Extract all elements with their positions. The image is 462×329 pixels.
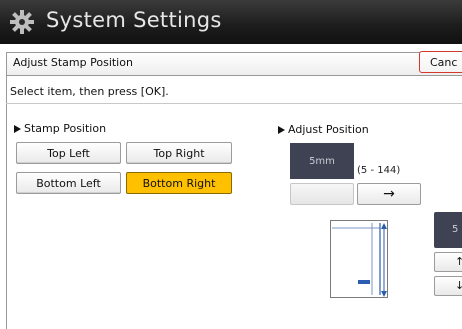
left-arrow-button[interactable] xyxy=(290,183,354,205)
stamp-position-diagram xyxy=(330,220,388,298)
top-left-button[interactable]: Top Left xyxy=(16,142,121,164)
dialog-title: Adjust Stamp Position xyxy=(13,56,133,69)
stamp-position-label-text: Stamp Position xyxy=(24,122,107,135)
down-arrow-button[interactable]: ↓ xyxy=(434,276,462,296)
page-outline xyxy=(330,220,388,298)
adjust-position-label: Adjust Position xyxy=(278,123,369,136)
bottom-right-button[interactable]: Bottom Right xyxy=(126,172,232,194)
system-settings-screen: System Settings Adjust Stamp Position Ca… xyxy=(0,0,462,329)
value-range: (5 - 144) xyxy=(357,165,401,176)
triangle-right-icon xyxy=(14,124,21,133)
stamp-marker xyxy=(358,280,370,284)
instruction-text: Select item, then press [OK]. xyxy=(10,85,169,98)
up-arrow-button[interactable]: ↑ xyxy=(434,252,462,272)
stamp-position-label: Stamp Position xyxy=(14,122,106,135)
title-bar: System Settings xyxy=(0,0,462,44)
right-value-display[interactable]: 5 xyxy=(434,212,462,248)
right-arrow-button[interactable]: → xyxy=(357,183,421,205)
adjust-position-label-text: Adjust Position xyxy=(288,123,369,136)
position-value-display[interactable]: 5mm xyxy=(290,143,354,179)
triangle-right-icon xyxy=(278,125,285,134)
window-title: System Settings xyxy=(46,8,222,32)
dialog-header: Adjust Stamp Position xyxy=(6,52,462,76)
divider xyxy=(6,103,462,104)
gear-icon xyxy=(10,10,34,34)
top-right-button[interactable]: Top Right xyxy=(126,142,232,164)
cancel-button[interactable]: Canc xyxy=(419,51,462,73)
frame-border xyxy=(6,52,7,329)
bottom-left-button[interactable]: Bottom Left xyxy=(16,172,121,194)
